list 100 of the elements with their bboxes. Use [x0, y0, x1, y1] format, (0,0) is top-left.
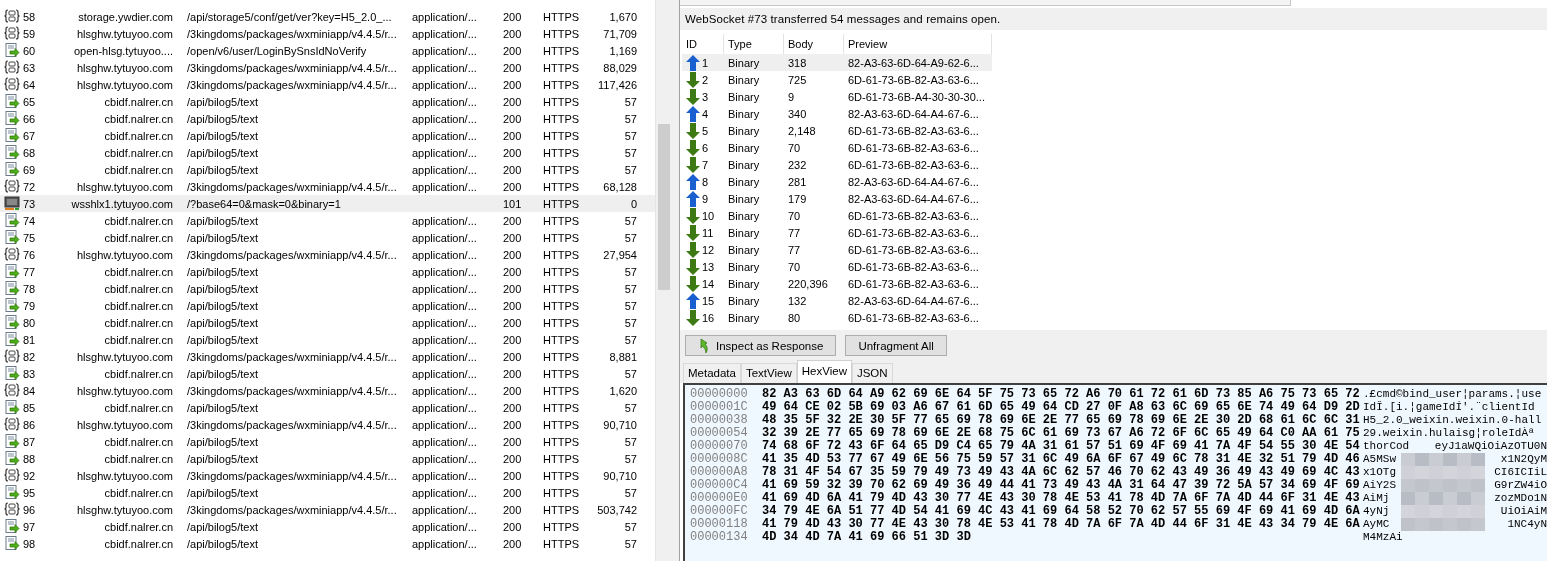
message-row[interactable]: 12 Binary 77 6D-61-73-6B-82-A3-63-6...: [682, 241, 992, 258]
view-tab[interactable]: Metadata: [683, 363, 741, 383]
message-row[interactable]: 4 Binary 340 82-A3-63-6D-64-A4-67-6...: [682, 105, 992, 122]
message-row[interactable]: 3 Binary 9 6D-61-73-6B-A4-30-30-30...: [682, 88, 992, 105]
session-row[interactable]: 80 cbidf.nalrer.cn /api/bilog5/text application/... 200 HTTPS 57: [0, 314, 656, 331]
message-row[interactable]: 16 Binary 80 6D-61-73-6B-82-A3-63-6...: [682, 309, 992, 326]
session-row[interactable]: 68 cbidf.nalrer.cn /api/bilog5/text application/... 200 HTTPS 57: [0, 144, 656, 161]
script-file-icon: [4, 24, 20, 41]
message-id: 6: [702, 141, 709, 154]
session-id: 74: [22, 214, 37, 227]
message-row[interactable]: 1 Binary 318 82-A3-63-6D-64-A9-62-6...: [682, 54, 992, 71]
message-row[interactable]: 13 Binary 70 6D-61-73-6B-82-A3-63-6...: [682, 258, 992, 275]
message-row[interactable]: 8 Binary 281 82-A3-63-6D-64-A4-67-6...: [682, 173, 992, 190]
session-row[interactable]: 98 cbidf.nalrer.cn /api/bilog5/text application/... 200 HTTPS 57: [0, 535, 656, 552]
session-row[interactable]: 97 cbidf.nalrer.cn /api/bilog5/text application/... 200 HTTPS 57: [0, 518, 656, 535]
session-row[interactable]: 82 hlsghw.tytuyoo.com /3kingdoms/packages/wxminiapp/v4.4.5/r... application/... 200 HTTPS 8,881: [0, 348, 656, 365]
message-row[interactable]: 6 Binary 70 6D-61-73-6B-82-A3-63-6...: [682, 139, 992, 156]
session-row[interactable]: 79 cbidf.nalrer.cn /api/bilog5/text application/... 200 HTTPS 57: [0, 297, 656, 314]
message-size: 179: [787, 192, 808, 205]
view-tab[interactable]: TextView: [740, 363, 797, 383]
session-row[interactable]: 69 cbidf.nalrer.cn /api/bilog5/text application/... 200 HTTPS 57: [0, 161, 656, 178]
protocol-cell-text: HTTPS: [542, 265, 581, 278]
session-row[interactable]: 73 wsshlx1.tytuyoo.com /?base64=0&mask=0&binary=1 101 HTTPS 0: [0, 195, 656, 212]
url-cell-text: /api/bilog5/text: [186, 146, 259, 159]
view-tab[interactable]: JSON: [851, 363, 893, 383]
session-row[interactable]: 66 cbidf.nalrer.cn /api/bilog5/text application/... 200 HTTPS 57: [0, 110, 656, 127]
session-row[interactable]: 85 cbidf.nalrer.cn /api/bilog5/text application/... 200 HTTPS 57: [0, 399, 656, 416]
message-row[interactable]: 11 Binary 77 6D-61-73-6B-82-A3-63-6...: [682, 224, 992, 241]
session-row[interactable]: 92 hlsghw.tytuyoo.com /3kingdoms/packages/wxminiapp/v4.4.5/r... application/... 200 HTTPS 90,710: [0, 467, 656, 484]
session-row[interactable]: 72 hlsghw.tytuyoo.com /3kingdoms/packages/wxminiapp/v4.4.5/r... application/... 200 HTTPS 68,128: [0, 178, 656, 195]
message-row[interactable]: 7 Binary 232 6D-61-73-6B-82-A3-63-6...: [682, 156, 992, 173]
url-cell-text: /3kingdoms/packages/wxminiapp/v4.4.5/r...: [186, 78, 398, 91]
host-cell-text: cbidf.nalrer.cn: [103, 129, 173, 142]
hex-bytes: 48 35 5F 32 2E 30 5F 77 65 69 78 69 6E 2E 77 65 69 78 69 6E 2E 30 2D 68 61 6C 6C 31: [762, 414, 1361, 427]
message-type: Binary: [727, 209, 761, 222]
status-code: 200: [502, 231, 523, 244]
host-cell-text: hlsghw.tytuyoo.com: [76, 78, 173, 91]
view-tab[interactable]: HexView: [796, 360, 852, 383]
message-row[interactable]: 5 Binary 2,148 6D-61-73-6B-82-A3-63-6...: [682, 122, 992, 139]
session-id: 78: [22, 282, 37, 295]
protocol-cell-text: HTTPS: [542, 299, 581, 312]
session-row[interactable]: 63 hlsghw.tytuyoo.com /3kingdoms/packages/wxminiapp/v4.4.5/r... application/... 200 HTTPS 88,029: [0, 59, 656, 76]
body-size: 71,709: [602, 27, 637, 40]
status-message: WebSocket #73 transferred 54 messages and remains open.: [680, 8, 1547, 30]
session-row[interactable]: 76 hlsghw.tytuyoo.com /3kingdoms/packages/wxminiapp/v4.4.5/r... application/... 200 HTTPS 27,954: [0, 246, 656, 263]
url-cell-text: /3kingdoms/packages/wxminiapp/v4.4.5/r...: [186, 180, 398, 193]
session-row[interactable]: 64 hlsghw.tytuyoo.com /3kingdoms/packages/wxminiapp/v4.4.5/r... application/... 200 HTTPS 117,426: [0, 76, 656, 93]
session-row[interactable]: 83 cbidf.nalrer.cn /api/bilog5/text application/... 200 HTTPS 57: [0, 365, 656, 382]
message-row[interactable]: 10 Binary 70 6D-61-73-6B-82-A3-63-6...: [682, 207, 992, 224]
session-row[interactable]: 75 cbidf.nalrer.cn /api/bilog5/text application/... 200 HTTPS 57: [0, 229, 656, 246]
protocol-cell-text: HTTPS: [542, 129, 581, 142]
session-row[interactable]: 95 cbidf.nalrer.cn /api/bilog5/text application/... 200 HTTPS 57: [0, 484, 656, 501]
session-row[interactable]: 81 cbidf.nalrer.cn /api/bilog5/text application/... 200 HTTPS 57: [0, 331, 656, 348]
scrollbar-thumb[interactable]: [658, 124, 670, 290]
message-id: 8: [702, 175, 709, 188]
session-row[interactable]: 78 cbidf.nalrer.cn /api/bilog5/text application/... 200 HTTPS 57: [0, 280, 656, 297]
message-row[interactable]: 9 Binary 179 82-A3-63-6D-64-A4-67-6...: [682, 190, 992, 207]
hex-bytes: 4D 34 4D 7A 41 69 66 51 3D 3D: [762, 531, 972, 544]
session-row[interactable]: 65 cbidf.nalrer.cn /api/bilog5/text application/... 200 HTTPS 57: [0, 93, 656, 110]
hex-bytes: 41 79 4D 43 30 77 4E 43 30 78 4E 53 41 78 4D 7A 6F 7A 4D 44 6F 31 4E 43 34 79 4E 6A: [762, 518, 1361, 531]
message-row[interactable]: 14 Binary 220,396 6D-61-73-6B-82-A3-63-6...: [682, 275, 992, 292]
session-row[interactable]: 59 hlsghw.tytuyoo.com /3kingdoms/packages/wxminiapp/v4.4.5/r... application/... 200 HTTPS 71,709: [0, 25, 656, 42]
host-cell-text: cbidf.nalrer.cn: [103, 282, 173, 295]
body-size: 57: [623, 452, 637, 465]
session-row[interactable]: 86 hlsghw.tytuyoo.com /3kingdoms/packages/wxminiapp/v4.4.5/r... application/... 200 HTTPS 90,710: [0, 416, 656, 433]
splitter[interactable]: [672, 0, 679, 561]
body-size: 57: [623, 299, 637, 312]
message-type: Binary: [727, 277, 761, 290]
toolbar-button[interactable]: Inspect as Response: [685, 335, 837, 356]
hex-offset: 000000E0: [690, 492, 749, 505]
protocol-cell-text: HTTPS: [542, 214, 581, 227]
up-arrow-icon: [686, 54, 700, 71]
status-code: 200: [502, 367, 523, 380]
session-row[interactable]: 87 cbidf.nalrer.cn /api/bilog5/text application/... 200 HTTPS 57: [0, 433, 656, 450]
message-row[interactable]: 2 Binary 725 6D-61-73-6B-82-A3-63-6...: [682, 71, 992, 88]
status-code: 200: [502, 214, 523, 227]
session-row[interactable]: 74 cbidf.nalrer.cn /api/bilog5/text application/... 200 HTTPS 57: [0, 212, 656, 229]
message-row[interactable]: 15 Binary 132 82-A3-63-6D-64-A4-67-6...: [682, 292, 992, 309]
session-row[interactable]: 67 cbidf.nalrer.cn /api/bilog5/text application/... 200 HTTPS 57: [0, 127, 656, 144]
scrollbar[interactable]: [655, 0, 672, 561]
session-row[interactable]: 96 hlsghw.tytuyoo.com /3kingdoms/packages/wxminiapp/v4.4.5/r... application/... 200 HTTPS 503,742: [0, 501, 656, 518]
toolbar-button[interactable]: Unfragment All: [845, 335, 947, 356]
session-row[interactable]: 84 hlsghw.tytuyoo.com /3kingdoms/packages/wxminiapp/v4.4.5/r... application/... 200 HTTPS 1,620: [0, 382, 656, 399]
ascii-text: AiY2S: [1363, 479, 1396, 492]
body-size: 1,670: [608, 10, 637, 23]
up-arrow-icon: [686, 173, 700, 190]
url-cell-text: /3kingdoms/packages/wxminiapp/v4.4.5/r...: [186, 503, 398, 516]
body-size: 8,881: [608, 350, 637, 363]
host-cell-text: cbidf.nalrer.cn: [103, 112, 173, 125]
session-id: 97: [22, 520, 37, 533]
message-preview: 82-A3-63-6D-64-A4-67-6...: [847, 294, 980, 307]
session-row[interactable]: 88 cbidf.nalrer.cn /api/bilog5/text application/... 200 HTTPS 57: [0, 450, 656, 467]
status-code: 200: [502, 299, 523, 312]
url-cell-text: /api/storage5/conf/get/ver?key=H5_2.0_...: [186, 10, 393, 23]
protocol-cell-text: HTTPS: [542, 367, 581, 380]
message-preview: 6D-61-73-6B-82-A3-63-6...: [847, 226, 980, 239]
session-row[interactable]: 60 open-hlsg.tytuyoo.... /open/v6/user/LoginBySnsIdNoVerify application/... 200 HTTPS 1,169: [0, 42, 656, 59]
session-row[interactable]: 58 storage.ywdier.com /api/storage5/conf/get/ver?key=H5_2.0_... application/... 200 HTTPS 1,670: [0, 8, 656, 25]
protocol-cell-text: HTTPS: [542, 180, 581, 193]
session-row[interactable]: 77 cbidf.nalrer.cn /api/bilog5/text application/... 200 HTTPS 57: [0, 263, 656, 280]
